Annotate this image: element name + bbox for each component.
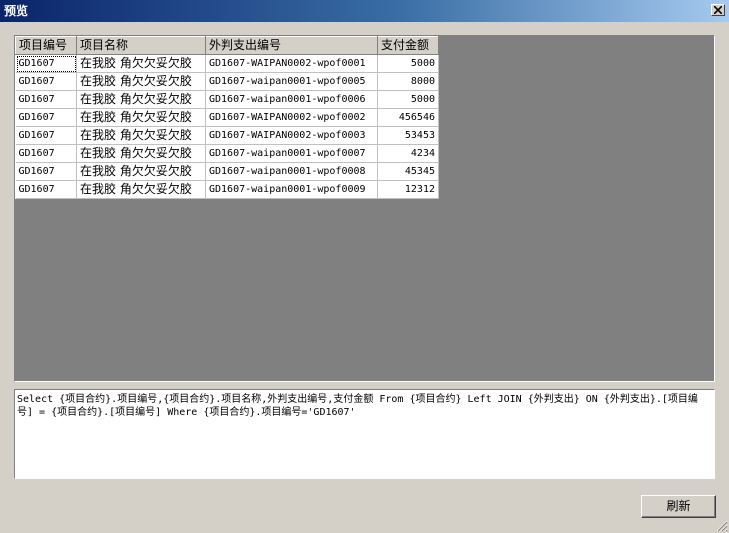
- cell-project-code[interactable]: GD1607: [15, 90, 77, 109]
- cell-project-name[interactable]: 在我胶 角欠欠妥欠胶: [76, 54, 206, 73]
- close-button[interactable]: [711, 4, 725, 16]
- cell-project-code[interactable]: GD1607: [15, 126, 77, 145]
- table-row[interactable]: GD1607 在我胶 角欠欠妥欠胶 GD1607-waipan0001-wpof…: [15, 72, 439, 91]
- resize-grip-icon[interactable]: [715, 519, 728, 532]
- cell-amount[interactable]: 45345: [377, 162, 439, 181]
- column-header-project-name[interactable]: 项目名称: [76, 36, 206, 55]
- column-header-project-code[interactable]: 项目编号: [15, 36, 77, 55]
- preview-table: 项目编号 项目名称 外判支出编号 支付金额 GD1607 在我胶 角欠欠妥欠胶 …: [15, 36, 439, 199]
- cell-amount[interactable]: 5000: [377, 90, 439, 109]
- cell-project-code[interactable]: GD1607: [15, 180, 77, 199]
- window-title: 预览: [4, 4, 29, 18]
- header-row: 项目编号 项目名称 外判支出编号 支付金额: [15, 36, 439, 55]
- sql-query-textarea[interactable]: Select {项目合约}.项目编号,{项目合约}.项目名称,外判支出编号,支付…: [14, 389, 715, 479]
- table-row[interactable]: GD1607 在我胶 角欠欠妥欠胶 GD1607-waipan0001-wpof…: [15, 162, 439, 181]
- cell-outsource-code[interactable]: GD1607-WAIPAN0002-wpof0002: [205, 108, 378, 127]
- cell-outsource-code[interactable]: GD1607-waipan0001-wpof0006: [205, 90, 378, 109]
- table-row[interactable]: GD1607 在我胶 角欠欠妥欠胶 GD1607-waipan0001-wpof…: [15, 144, 439, 163]
- cell-outsource-code[interactable]: GD1607-WAIPAN0002-wpof0001: [205, 54, 378, 73]
- cell-project-name[interactable]: 在我胶 角欠欠妥欠胶: [76, 180, 206, 199]
- cell-project-name[interactable]: 在我胶 角欠欠妥欠胶: [76, 126, 206, 145]
- cell-outsource-code[interactable]: GD1607-waipan0001-wpof0005: [205, 72, 378, 91]
- cell-amount[interactable]: 53453: [377, 126, 439, 145]
- cell-project-code[interactable]: GD1607: [15, 144, 77, 163]
- cell-project-name[interactable]: 在我胶 角欠欠妥欠胶: [76, 144, 206, 163]
- table-row[interactable]: GD1607 在我胶 角欠欠妥欠胶 GD1607-waipan0001-wpof…: [15, 180, 439, 199]
- preview-grid[interactable]: 项目编号 项目名称 外判支出编号 支付金额 GD1607 在我胶 角欠欠妥欠胶 …: [14, 35, 715, 382]
- table-row[interactable]: GD1607 在我胶 角欠欠妥欠胶 GD1607-waipan0001-wpof…: [15, 90, 439, 109]
- table-row[interactable]: GD1607 在我胶 角欠欠妥欠胶 GD1607-WAIPAN0002-wpof…: [15, 54, 439, 73]
- cell-project-name[interactable]: 在我胶 角欠欠妥欠胶: [76, 90, 206, 109]
- cell-amount[interactable]: 456546: [377, 108, 439, 127]
- close-icon: [714, 6, 722, 14]
- column-header-amount[interactable]: 支付金额: [377, 36, 439, 55]
- cell-project-name[interactable]: 在我胶 角欠欠妥欠胶: [76, 72, 206, 91]
- cell-project-code[interactable]: GD1607: [15, 72, 77, 91]
- table-row[interactable]: GD1607 在我胶 角欠欠妥欠胶 GD1607-WAIPAN0002-wpof…: [15, 108, 439, 127]
- cell-outsource-code[interactable]: GD1607-WAIPAN0002-wpof0003: [205, 126, 378, 145]
- cell-amount[interactable]: 4234: [377, 144, 439, 163]
- column-header-outsource-code[interactable]: 外判支出编号: [205, 36, 378, 55]
- cell-project-name[interactable]: 在我胶 角欠欠妥欠胶: [76, 162, 206, 181]
- cell-outsource-code[interactable]: GD1607-waipan0001-wpof0009: [205, 180, 378, 199]
- cell-project-code[interactable]: GD1607: [15, 54, 77, 73]
- refresh-button[interactable]: 刷新: [641, 495, 716, 518]
- cell-amount[interactable]: 5000: [377, 54, 439, 73]
- table-row[interactable]: GD1607 在我胶 角欠欠妥欠胶 GD1607-WAIPAN0002-wpof…: [15, 126, 439, 145]
- title-bar: 预览: [0, 0, 729, 22]
- cell-project-name[interactable]: 在我胶 角欠欠妥欠胶: [76, 108, 206, 127]
- cell-amount[interactable]: 8000: [377, 72, 439, 91]
- cell-outsource-code[interactable]: GD1607-waipan0001-wpof0007: [205, 144, 378, 163]
- cell-project-code[interactable]: GD1607: [15, 162, 77, 181]
- cell-project-code[interactable]: GD1607: [15, 108, 77, 127]
- cell-amount[interactable]: 12312: [377, 180, 439, 199]
- cell-outsource-code[interactable]: GD1607-waipan0001-wpof0008: [205, 162, 378, 181]
